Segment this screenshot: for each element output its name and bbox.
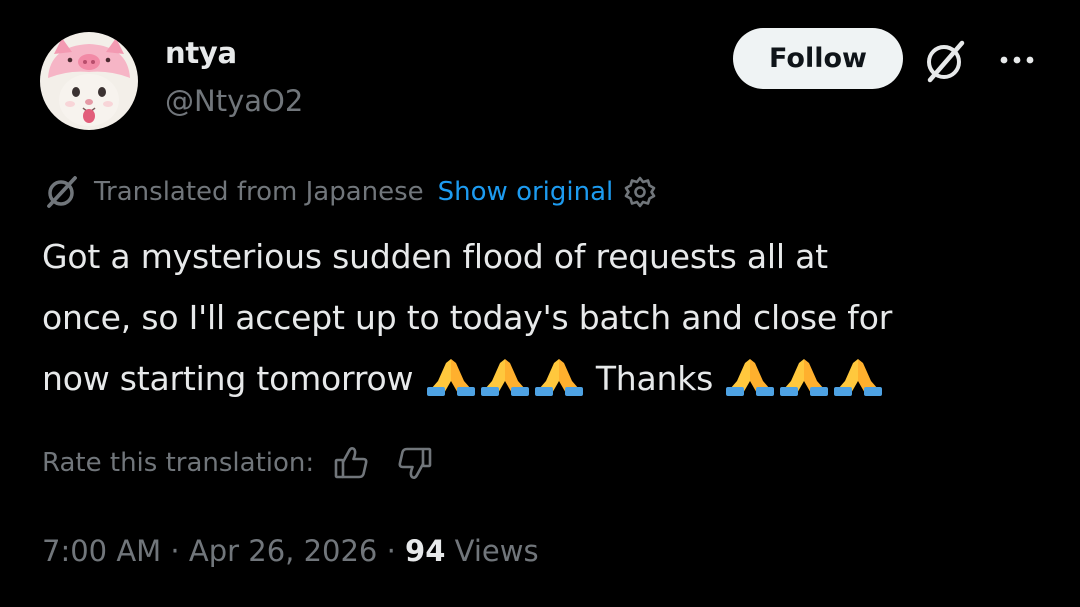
translated-label: Translated from Japanese [94,177,424,207]
separator: · [161,534,189,568]
separator: · [377,534,406,568]
author-handle[interactable]: @NtyaO2 [165,84,303,118]
more-icon[interactable] [998,52,1036,66]
thumbs-down-icon[interactable] [394,443,434,483]
rate-label: Rate this translation: [42,448,315,478]
pray-emoji [480,359,529,396]
show-original-link[interactable]: Show original [438,177,614,207]
pray-emoji [426,359,475,396]
tweet-time[interactable]: 7:00 AM [42,534,161,568]
author-display-name[interactable]: ntya [165,36,237,70]
translation-notice: Translated from Japanese Show original [42,172,657,212]
tweet-text-segment: now starting tomorrow [42,359,424,398]
grok-icon[interactable] [922,38,970,84]
pray-emoji [780,359,829,396]
tweet-line: once, so I'll accept up to today's batch… [42,298,893,337]
tweet-line: now starting tomorrow Thanks [42,348,1052,409]
avatar-image [40,32,138,130]
views-label[interactable]: Views [445,534,539,568]
thumbs-up-icon[interactable] [332,443,372,483]
pray-emoji [534,359,583,396]
tweet-text-segment: Thanks [585,359,724,398]
tweet-meta: 7:00 AM · Apr 26, 2026 · 94 Views [42,534,539,568]
avatar[interactable] [40,32,138,130]
pray-emoji [726,359,775,396]
pray-emoji [834,359,883,396]
tweet-date[interactable]: Apr 26, 2026 [189,534,378,568]
grok-translate-icon [47,176,77,208]
follow-button[interactable]: Follow [733,28,903,89]
gear-icon[interactable] [623,175,657,209]
tweet-text: Got a mysterious sudden flood of request… [42,226,1052,409]
tweet-line: Got a mysterious sudden flood of request… [42,237,828,276]
views-count[interactable]: 94 [405,534,445,568]
rate-translation: Rate this translation: [42,440,434,486]
